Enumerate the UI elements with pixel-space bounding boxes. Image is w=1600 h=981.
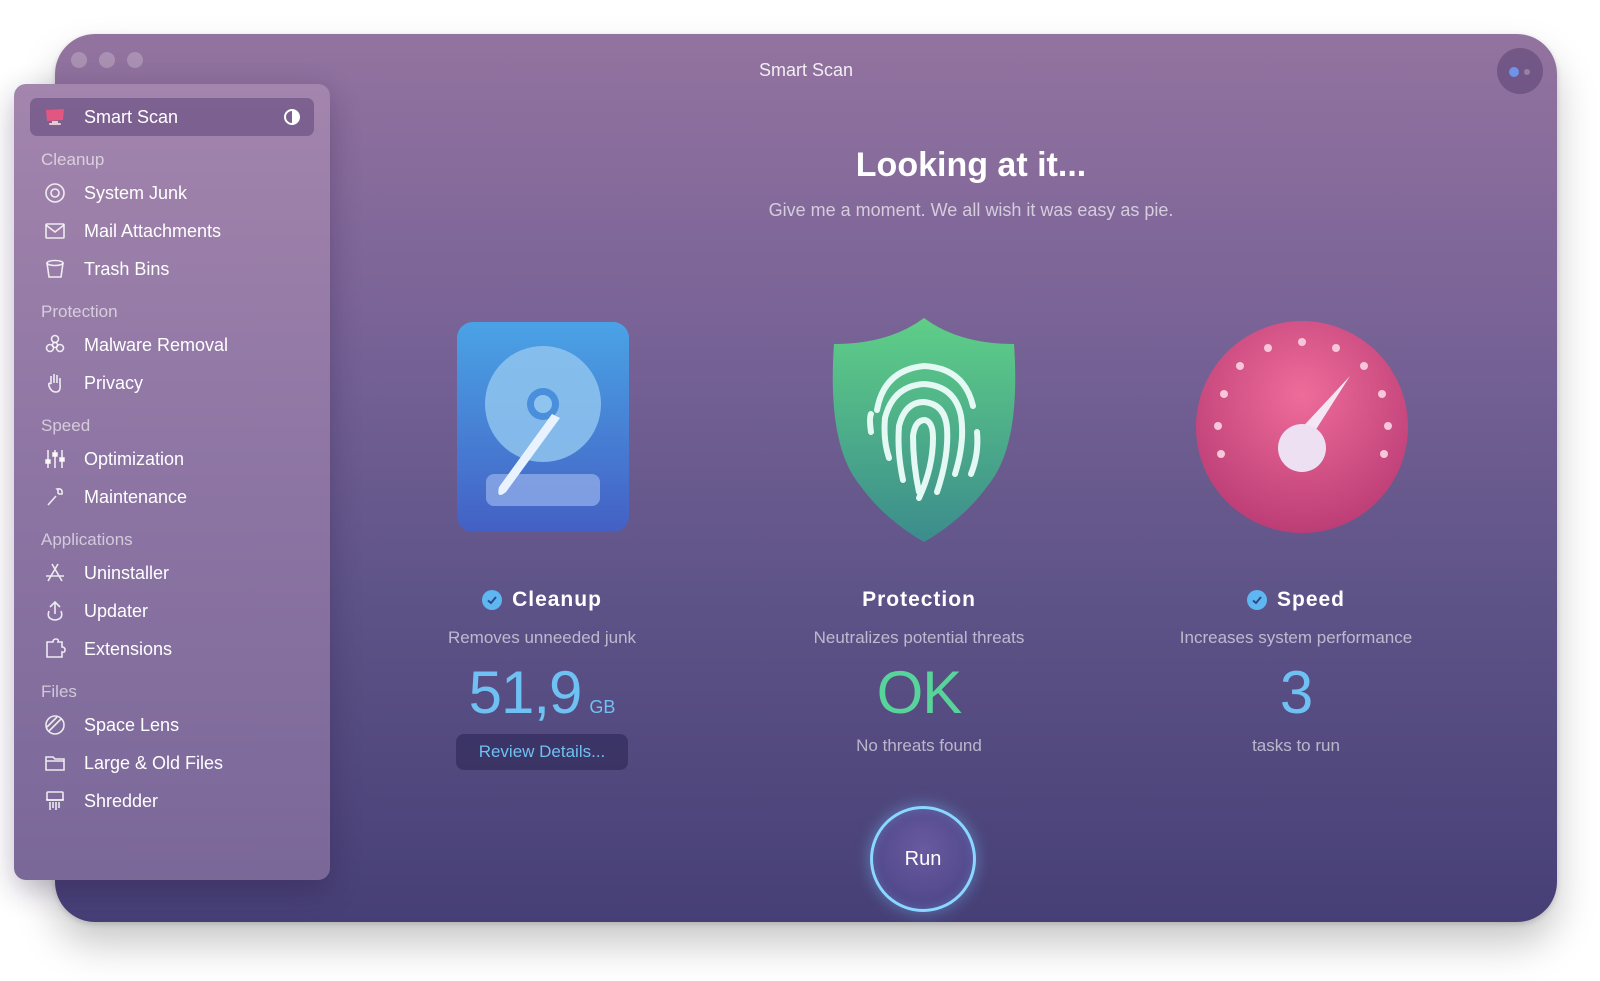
sidebar-item-space-lens[interactable]: Space Lens <box>14 706 330 744</box>
speed-value: 3 <box>1279 659 1313 726</box>
sidebar-item-label: Malware Removal <box>84 334 229 355</box>
bin-icon <box>42 256 68 282</box>
sidebar-item-label: System Junk <box>84 182 188 203</box>
lens-icon <box>42 712 68 738</box>
hard-drive-icon <box>382 314 702 544</box>
sidebar-section-protection: Protection <box>41 302 118 321</box>
speed-title-label: Speed <box>1276 588 1346 611</box>
speed-title: Speed <box>1136 588 1456 612</box>
check-icon <box>482 590 503 610</box>
protection-note: No threats found <box>856 736 982 755</box>
sliders-icon <box>42 446 68 472</box>
speed-card: Speed Increases system performance 3 tas… <box>1136 314 1456 756</box>
sidebar-item-label: Shredder <box>84 790 159 811</box>
sidebar-item-uninstaller[interactable]: Uninstaller <box>14 554 330 592</box>
sidebar-item-label: Space Lens <box>84 714 180 735</box>
sidebar-item-label: Maintenance <box>84 486 188 507</box>
progress-pie-icon <box>284 109 300 125</box>
folder-icon <box>42 750 68 776</box>
sidebar-section-applications: Applications <box>41 530 133 549</box>
protection-value: OK <box>876 659 963 726</box>
run-button[interactable]: Run <box>870 806 976 912</box>
cleanup-value: 51,9 GB <box>382 658 702 728</box>
envelope-icon <box>42 218 68 244</box>
cleanup-value-unit: GB <box>589 697 616 717</box>
sidebar-item-optimization[interactable]: Optimization <box>14 440 330 478</box>
sidebar-item-mail-attachments[interactable]: Mail Attachments <box>14 212 330 250</box>
wrench-icon <box>42 484 68 510</box>
review-details-button[interactable]: Review Details... <box>456 734 628 770</box>
sidebar-item-extensions[interactable]: Extensions <box>14 630 330 668</box>
cleanup-card: Cleanup Removes unneeded junk 51,9 GB Rev… <box>382 314 702 770</box>
speed-note: tasks to run <box>1252 736 1340 755</box>
sidebar-section-speed: Speed <box>41 416 91 435</box>
sidebar-item-label: Privacy <box>84 372 144 393</box>
sidebar-item-updater[interactable]: Updater <box>14 592 330 630</box>
update-arrow-icon <box>42 598 68 624</box>
sidebar-item-trash-bins[interactable]: Trash Bins <box>14 250 330 288</box>
check-icon <box>1246 590 1267 610</box>
sidebar: Smart Scan Cleanup System Junk Mail Atta… <box>14 84 330 880</box>
cleanup-description: Removes unneeded junk <box>447 628 637 647</box>
sidebar-item-label: Smart Scan <box>84 106 179 127</box>
puzzle-icon <box>42 636 68 662</box>
hand-icon <box>42 370 68 396</box>
sidebar-item-label: Optimization <box>84 448 185 469</box>
sidebar-item-label: Large & Old Files <box>84 752 224 773</box>
sidebar-item-label: Trash Bins <box>84 258 170 279</box>
page-title: Looking at it... <box>855 146 1087 184</box>
sidebar-item-system-junk[interactable]: System Junk <box>14 174 330 212</box>
protection-description: Neutralizes potential threats <box>813 628 1025 647</box>
sidebar-section-cleanup: Cleanup <box>41 150 105 169</box>
sidebar-item-smart-scan[interactable]: Smart Scan <box>30 98 314 136</box>
protection-card: Protection Neutralizes potential threats… <box>759 314 1079 756</box>
sidebar-item-label: Uninstaller <box>84 562 170 583</box>
page-subtitle: Give me a moment. We all wish it was eas… <box>768 200 1174 220</box>
sidebar-item-label: Mail Attachments <box>84 220 222 241</box>
protection-title: Protection <box>759 588 1079 612</box>
shredder-icon <box>42 788 68 814</box>
cleanup-value-number: 51,9 <box>468 659 583 726</box>
sidebar-item-label: Updater <box>84 600 149 621</box>
cleanup-title-label: Cleanup <box>512 588 602 611</box>
window-title: Smart Scan <box>758 60 854 80</box>
trash-disc-icon <box>42 180 68 206</box>
sidebar-item-large-old-files[interactable]: Large & Old Files <box>14 744 330 782</box>
cleanup-title: Cleanup <box>382 588 702 612</box>
sidebar-item-label: Extensions <box>84 638 173 659</box>
sidebar-section-files: Files <box>41 682 77 701</box>
speedometer-icon <box>1136 314 1456 544</box>
fingerprint-shield-icon <box>759 314 1079 544</box>
sidebar-item-malware-removal[interactable]: Malware Removal <box>14 326 330 364</box>
assistant-button[interactable] <box>1497 48 1543 94</box>
sidebar-item-maintenance[interactable]: Maintenance <box>14 478 330 516</box>
monitor-icon <box>42 104 68 130</box>
sidebar-item-shredder[interactable]: Shredder <box>14 782 330 820</box>
app-store-icon <box>42 560 68 586</box>
speed-description: Increases system performance <box>1179 628 1413 647</box>
protection-title-label: Protection <box>862 588 976 611</box>
sidebar-item-privacy[interactable]: Privacy <box>14 364 330 402</box>
biohazard-icon <box>42 332 68 358</box>
